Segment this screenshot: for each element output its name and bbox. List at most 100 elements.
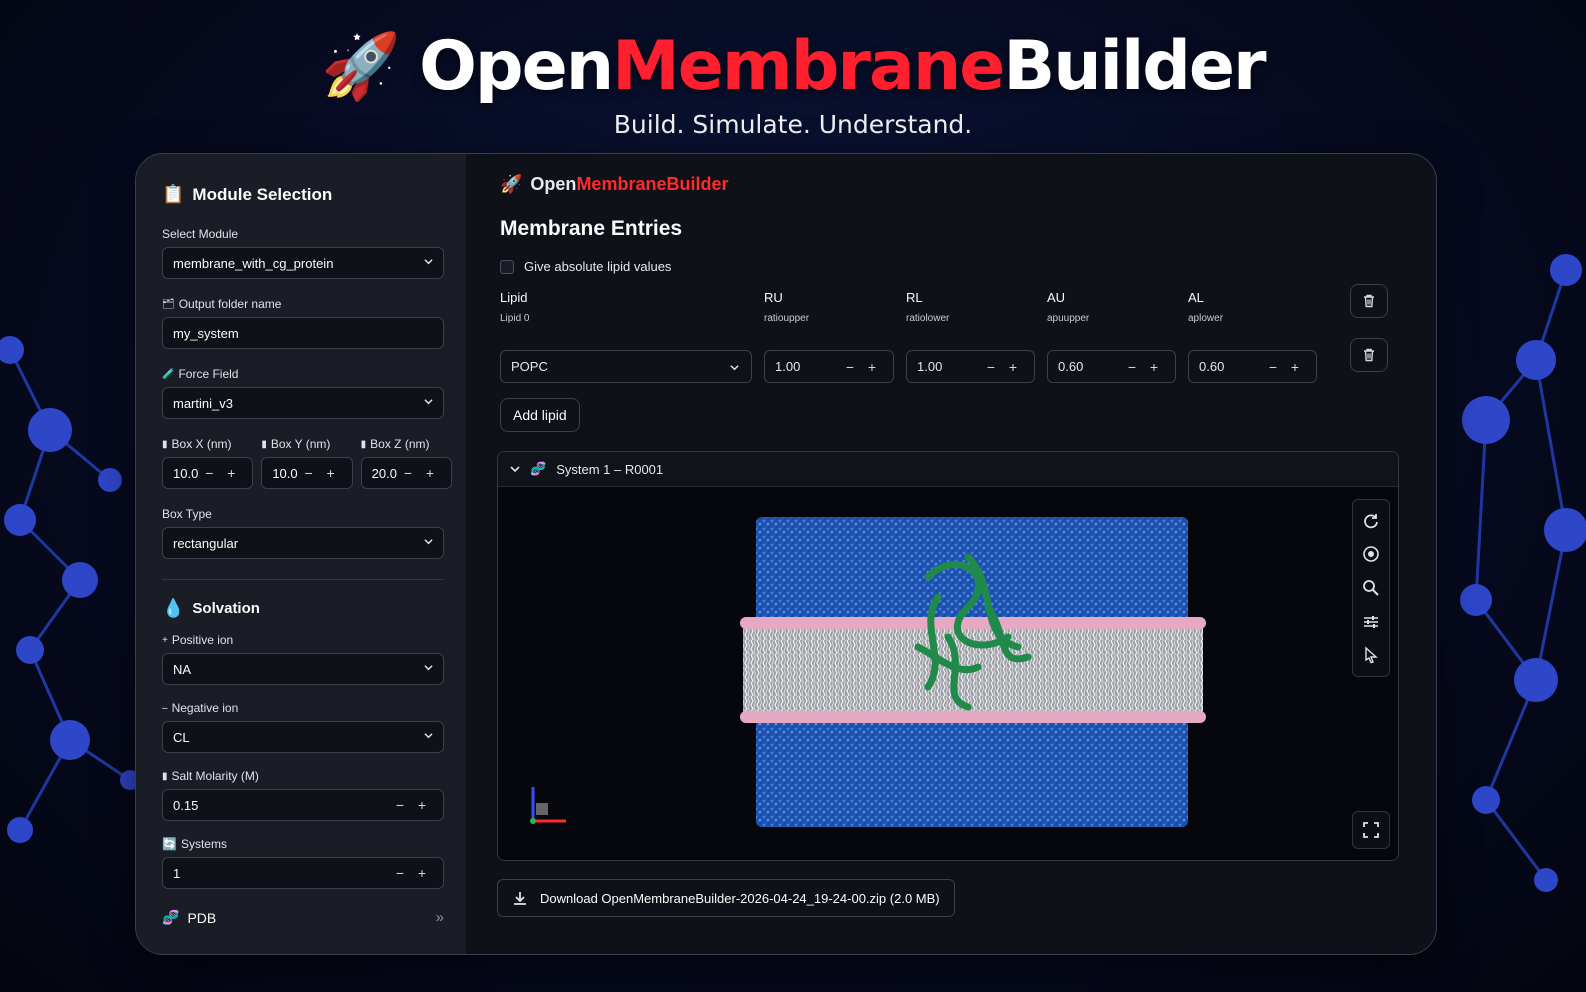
zoom-icon[interactable]	[1362, 579, 1380, 597]
double-chevron-right-icon[interactable]: »	[436, 909, 444, 926]
increment-button[interactable]: +	[411, 865, 433, 881]
increment-button[interactable]: +	[861, 359, 883, 375]
au-stepper[interactable]: 0.60− +	[1047, 350, 1176, 383]
select-module-dropdown[interactable]: membrane_with_cg_protein	[162, 247, 444, 279]
box-z-stepper[interactable]: 20.0 − +	[360, 457, 452, 489]
absolute-lipid-checkbox[interactable]: Give absolute lipid values	[500, 259, 1402, 274]
output-folder-input[interactable]: my_system	[162, 317, 444, 349]
box-x-stepper[interactable]: 10.0 − +	[162, 457, 254, 489]
decrement-button[interactable]: −	[298, 465, 320, 481]
trash-icon	[1364, 348, 1374, 362]
system-expander-header[interactable]: 🧬 System 1 – R0001	[498, 452, 1398, 487]
add-lipid-button[interactable]: Add lipid	[500, 398, 580, 432]
ru-stepper[interactable]: 1.00− +	[764, 350, 894, 383]
chevron-down-icon	[424, 539, 433, 545]
hero-subtitle: Build. Simulate. Understand.	[613, 110, 973, 139]
select-module-label: Select Module	[162, 227, 239, 241]
col-header-al: AL	[1188, 290, 1204, 305]
brand-header: 🚀 OpenMembraneBuilder	[500, 174, 729, 194]
box-icon: ▮	[261, 438, 267, 450]
force-field-label: 🧪 Force Field	[162, 367, 239, 381]
checkbox[interactable]	[500, 259, 514, 274]
clipboard-icon: 📋	[162, 184, 185, 204]
decrement-button[interactable]: −	[389, 865, 411, 881]
system-expander: 🧬 System 1 – R0001	[497, 451, 1399, 861]
rocket-icon: 🚀	[321, 30, 402, 102]
systems-stepper[interactable]: 1 − +	[162, 857, 444, 889]
box-z-label: ▮ Box Z (nm)	[360, 437, 430, 451]
plus-icon: +	[162, 634, 168, 646]
positive-ion-dropdown[interactable]: NA	[162, 653, 444, 685]
salt-molarity-stepper[interactable]: 0.15 − +	[162, 789, 444, 821]
rocket-icon: 🚀	[500, 174, 523, 194]
trash-icon	[1364, 294, 1374, 308]
force-field-dropdown[interactable]: martini_v3	[162, 387, 444, 419]
salt-molarity-label: ▮ Salt Molarity (M)	[162, 769, 259, 783]
pointer-icon[interactable]	[1362, 646, 1380, 664]
hero-title: OpenMembraneBuilder	[419, 26, 1266, 106]
molecule-background-right	[1460, 254, 1586, 892]
delete-all-button[interactable]	[1350, 284, 1388, 318]
download-icon	[514, 892, 526, 905]
delete-lipid-button[interactable]	[1350, 338, 1388, 372]
box-y-label: ▮ Box Y (nm)	[261, 437, 331, 451]
download-button[interactable]: Download OpenMembraneBuilder-2026-04-24_…	[497, 879, 955, 917]
salt-icon: ▮	[162, 770, 168, 782]
negative-ion-label: – Negative ion	[162, 701, 239, 715]
al-stepper[interactable]: 0.60− +	[1188, 350, 1317, 383]
increment-button[interactable]: +	[411, 797, 433, 813]
decrement-button[interactable]: −	[397, 465, 419, 481]
droplet-icon: 💧	[162, 598, 185, 618]
decrement-button[interactable]: −	[1262, 359, 1284, 375]
reset-view-icon[interactable]	[1362, 512, 1380, 530]
box-icon: ▮	[162, 438, 168, 450]
chevron-down-icon	[424, 399, 433, 405]
lipid-table-header: Lipid Lipid 0 RU ratioupper RL ratiolower A…	[500, 284, 1402, 350]
col-header-au: AU	[1047, 290, 1066, 305]
lipid-dropdown[interactable]: POPC	[500, 350, 752, 383]
lipid-row: POPC 1.00− + 1.00− + 0.60− + 0.60− +	[500, 338, 1402, 384]
col-sub-lipid: Lipid 0	[500, 313, 530, 324]
molecule-viewer[interactable]	[498, 487, 1398, 860]
box-y-stepper[interactable]: 10.0 − +	[261, 457, 353, 489]
axes-gizmo	[530, 787, 566, 824]
col-header-rl: RL	[906, 290, 923, 305]
sidebar: 📋 Module Selection Select Module membran…	[136, 154, 466, 954]
dna-icon: 🧬	[530, 461, 547, 476]
increment-button[interactable]: +	[1284, 359, 1306, 375]
increment-button[interactable]: +	[1002, 359, 1024, 375]
fullscreen-icon	[1363, 822, 1379, 838]
increment-button[interactable]: +	[320, 465, 342, 481]
increment-button[interactable]: +	[1143, 359, 1165, 375]
negative-ion-dropdown[interactable]: CL	[162, 721, 444, 753]
chevron-down-icon	[510, 466, 520, 473]
divider	[162, 579, 444, 580]
pdb-section[interactable]: 🧬 PDB »	[162, 909, 444, 926]
decrement-button[interactable]: −	[389, 797, 411, 813]
chevron-down-icon	[730, 365, 739, 371]
rl-stepper[interactable]: 1.00− +	[906, 350, 1035, 383]
membrane-entries-heading: Membrane Entries	[500, 217, 683, 240]
decrement-button[interactable]: −	[980, 359, 1002, 375]
increment-button[interactable]: +	[419, 465, 441, 481]
box-icon: ▮	[360, 438, 367, 450]
minus-icon: –	[162, 702, 168, 714]
decrement-button[interactable]: −	[839, 359, 861, 375]
output-folder-label: 🗂 Output folder name	[162, 297, 282, 311]
solvation-title: 💧 Solvation	[162, 598, 260, 618]
orbit-icon[interactable]	[1362, 545, 1380, 563]
viewer-toolbar	[1352, 499, 1390, 677]
decrement-button[interactable]: −	[1121, 359, 1143, 375]
col-header-ru: RU	[764, 290, 783, 305]
box-type-dropdown[interactable]: rectangular	[162, 527, 444, 559]
col-header-lipid: Lipid	[500, 290, 528, 305]
pdb-label: PDB	[187, 909, 217, 926]
settings-sliders-icon[interactable]	[1362, 613, 1380, 631]
decrement-button[interactable]: −	[198, 465, 220, 481]
fullscreen-button[interactable]	[1352, 811, 1390, 849]
chevron-down-icon	[424, 665, 433, 671]
hero-header: 🚀 OpenMembraneBuilder Build. Simulate. U…	[0, 24, 1586, 140]
box-x-label: ▮ Box X (nm)	[162, 437, 232, 451]
increment-button[interactable]: +	[220, 465, 242, 481]
cycle-icon: 🔄	[162, 837, 177, 851]
